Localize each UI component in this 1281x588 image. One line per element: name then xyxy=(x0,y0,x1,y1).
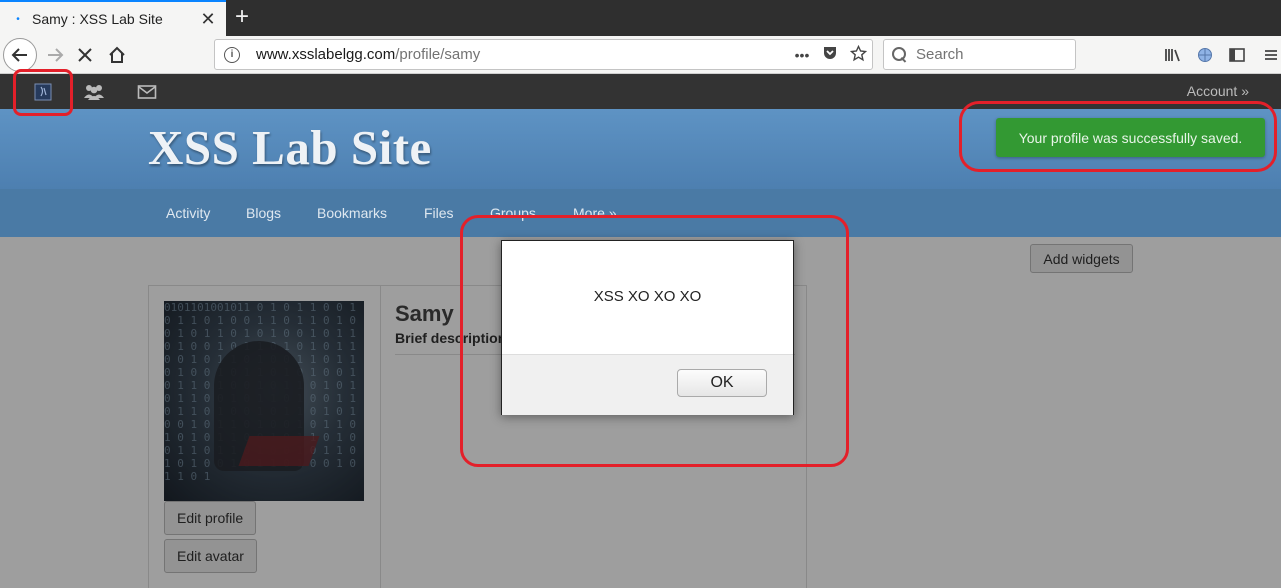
annotation-success-highlight xyxy=(959,101,1277,172)
browser-toolbar: i www.xsslabelgg.com/profile/samy ••• Se… xyxy=(0,36,1281,74)
pocket-icon[interactable] xyxy=(816,45,844,64)
back-button[interactable] xyxy=(3,38,37,72)
account-menu[interactable]: Account » xyxy=(1187,83,1249,99)
menu-item-activity[interactable]: Activity xyxy=(166,205,210,221)
bookmark-star-icon[interactable] xyxy=(844,44,872,65)
tab-favicon-icon: • xyxy=(16,13,20,25)
url-bar[interactable]: i www.xsslabelgg.com/profile/samy ••• xyxy=(214,39,873,70)
stop-button[interactable] xyxy=(70,40,100,70)
extension-globe-icon[interactable] xyxy=(1191,41,1219,69)
annotation-logo-highlight xyxy=(13,69,73,116)
url-path: /profile/samy xyxy=(395,46,481,63)
menu-hamburger-icon[interactable] xyxy=(1260,41,1281,69)
tab-title: Samy : XSS Lab Site xyxy=(32,11,163,27)
search-placeholder: Search xyxy=(916,46,964,63)
back-arrow-icon xyxy=(11,48,27,62)
tab-bar: • Samy : XSS Lab Site ✕ + xyxy=(0,0,1281,36)
friends-icon[interactable] xyxy=(81,80,107,104)
messages-envelope-icon[interactable] xyxy=(134,80,160,104)
menu-item-bookmarks[interactable]: Bookmarks xyxy=(317,205,387,221)
search-bar[interactable]: Search xyxy=(883,39,1076,70)
library-icon[interactable] xyxy=(1159,41,1187,69)
site-title[interactable]: XSS Lab Site xyxy=(148,119,432,176)
page-actions-icon[interactable]: ••• xyxy=(788,47,816,63)
annotation-alert-highlight xyxy=(460,215,849,467)
sidebar-icon[interactable] xyxy=(1223,41,1251,69)
home-icon xyxy=(109,46,125,63)
home-button[interactable] xyxy=(102,40,132,70)
search-icon xyxy=(892,46,908,63)
forward-arrow-icon xyxy=(48,48,64,62)
close-tab-icon[interactable]: ✕ xyxy=(198,9,218,30)
info-icon[interactable]: i xyxy=(224,46,240,63)
url-text: www.xsslabelgg.com/profile/samy xyxy=(256,46,788,63)
menu-item-files[interactable]: Files xyxy=(424,205,454,221)
url-domain: www.xsslabelgg.com xyxy=(256,46,396,63)
new-tab-button[interactable]: + xyxy=(228,4,256,32)
forward-button[interactable] xyxy=(40,40,70,70)
menu-item-blogs[interactable]: Blogs xyxy=(246,205,281,221)
stop-icon xyxy=(78,48,92,62)
browser-tab[interactable]: • Samy : XSS Lab Site ✕ xyxy=(0,0,226,36)
